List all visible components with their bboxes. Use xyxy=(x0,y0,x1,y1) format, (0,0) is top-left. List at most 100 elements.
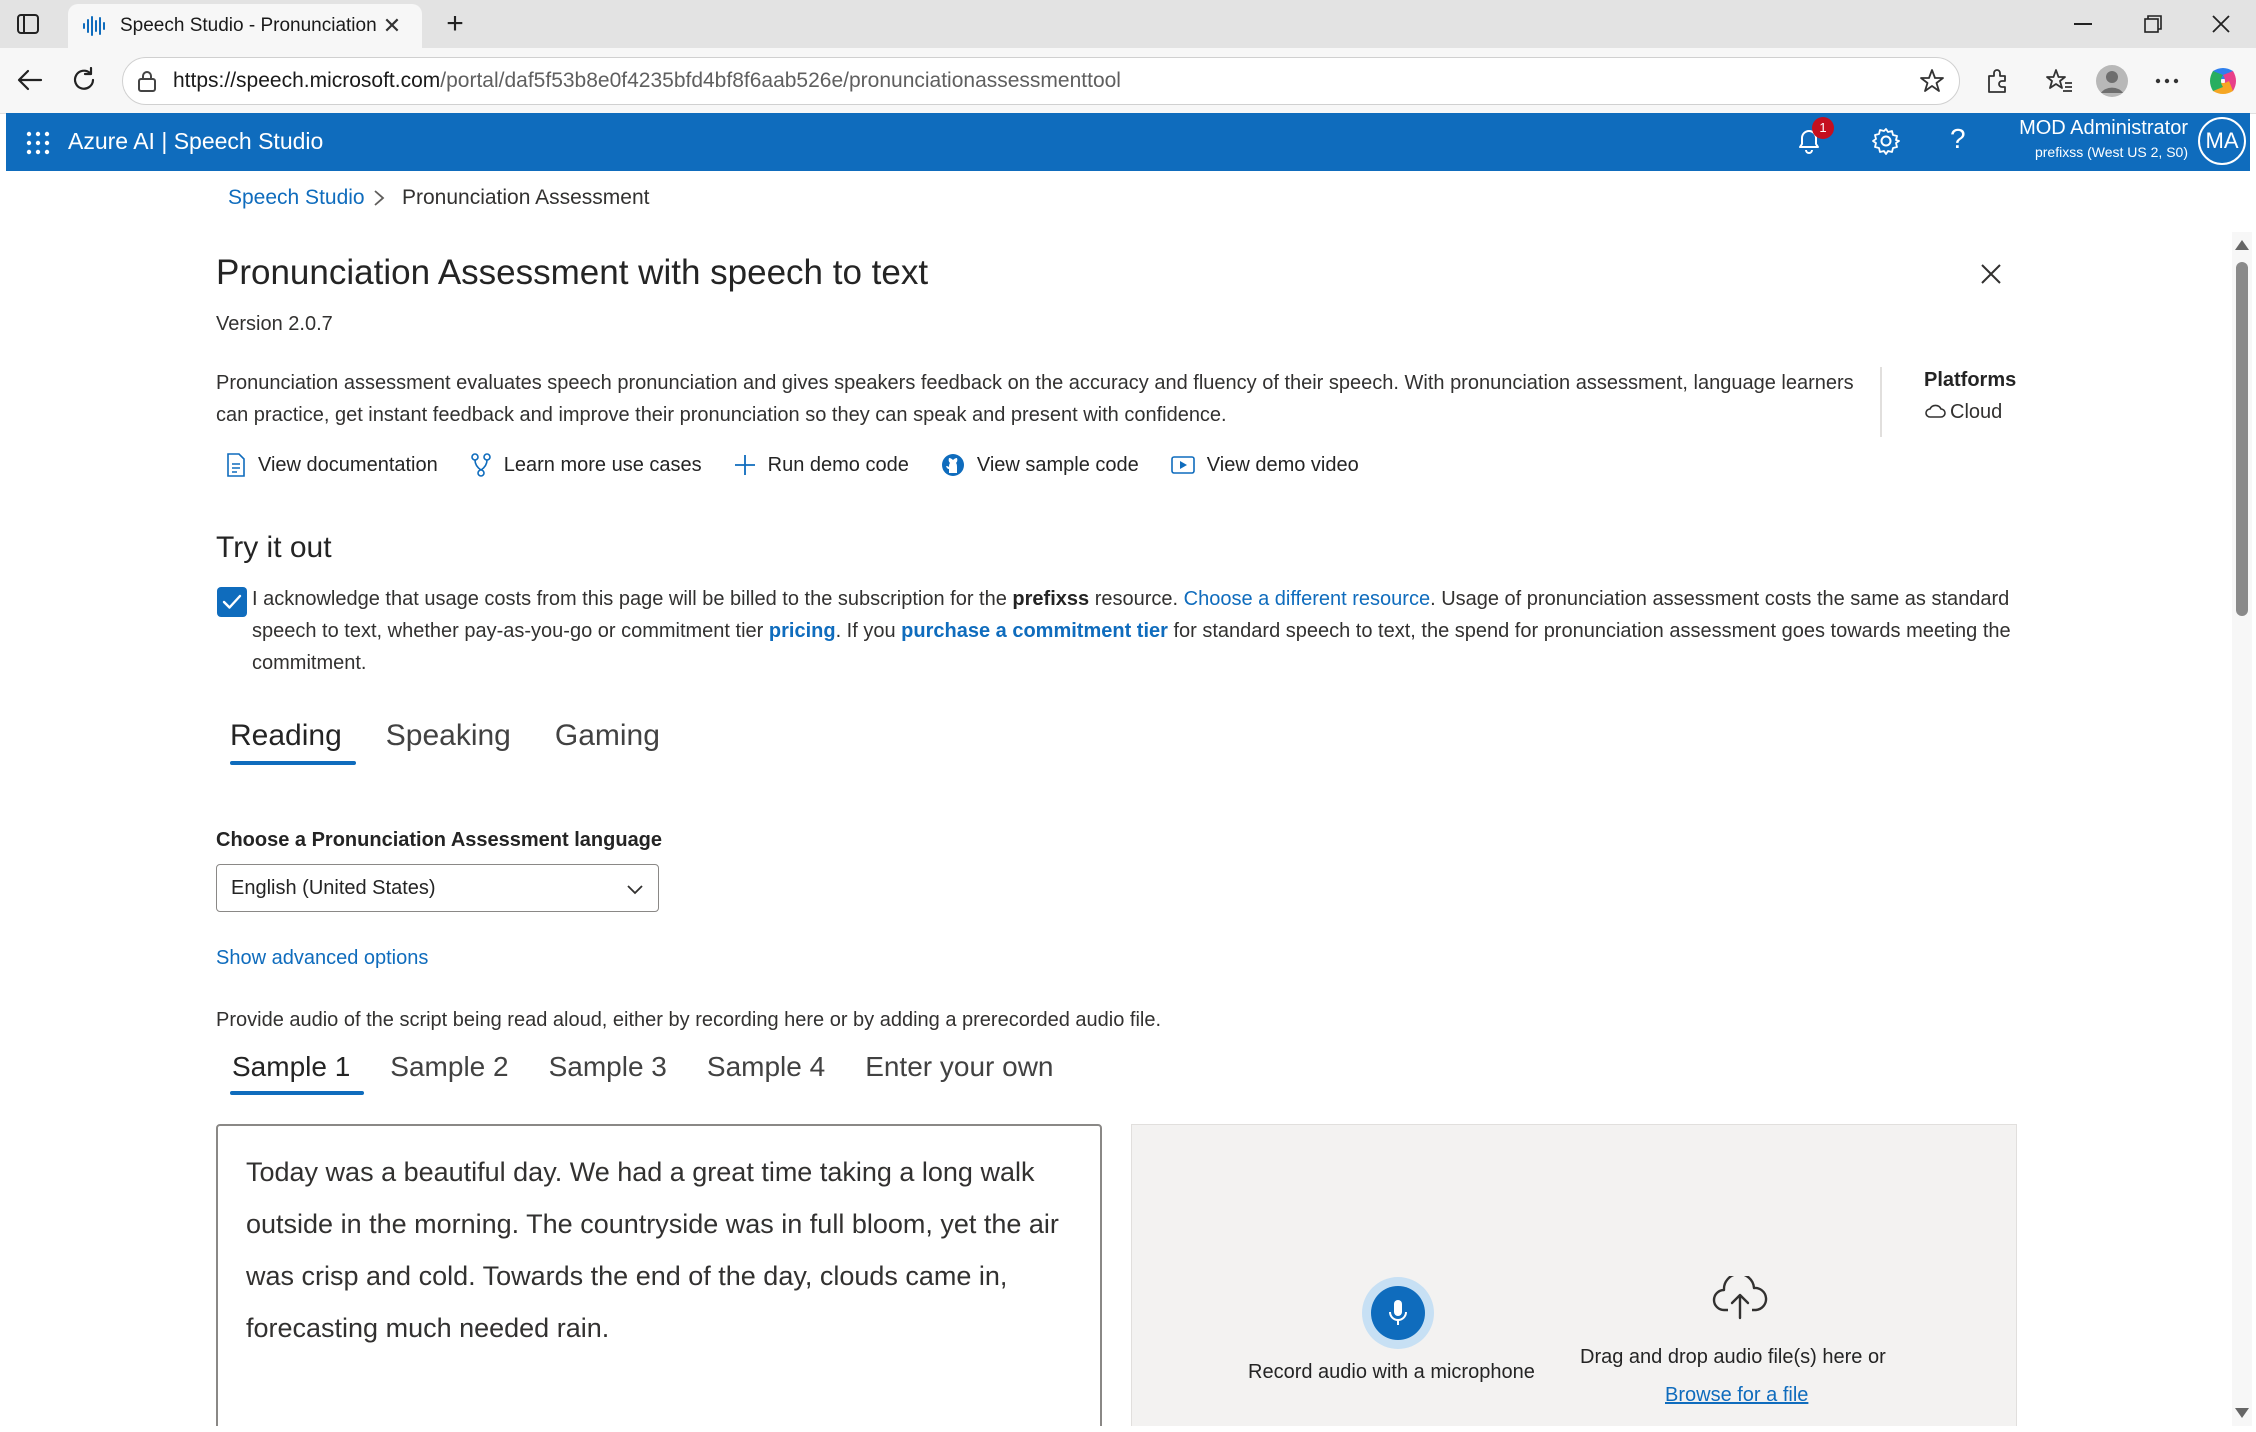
address-bar[interactable]: https://speech.microsoft.com/portal/daf5… xyxy=(122,57,1960,105)
show-advanced-options-link[interactable]: Show advanced options xyxy=(216,947,428,970)
more-options-icon[interactable] xyxy=(2148,62,2186,100)
azure-app-header: Azure AI | Speech Studio 1 ? MOD Adminis… xyxy=(6,113,2250,171)
url-path: /portal/daf5f53b8e0f4235bfd4bf8f6aab526e… xyxy=(440,69,1121,92)
microphone-icon xyxy=(1389,1300,1407,1325)
breadcrumb-chevron-icon xyxy=(373,189,385,212)
platform-cloud-label: Cloud xyxy=(1950,401,2003,423)
learn-use-cases-label: Learn more use cases xyxy=(503,453,702,476)
browser-tabstrip: Speech Studio - Pronunciation Assessment… xyxy=(0,0,2256,48)
ack-text-1: I acknowledge that usage costs from this… xyxy=(252,588,1013,610)
acknowledge-checkbox[interactable] xyxy=(217,587,247,617)
user-subscription: prefixss (West US 2, S0) xyxy=(2034,144,2188,160)
view-demo-video-link[interactable]: View demo video xyxy=(1170,453,1359,477)
settings-gear-icon[interactable] xyxy=(1872,127,1900,160)
tab-sample-4[interactable]: Sample 4 xyxy=(691,1051,841,1095)
chevron-down-icon xyxy=(626,879,644,902)
tab-title: Speech Studio - Pronunciation Assessment xyxy=(120,15,378,36)
mode-tabs: Reading Speaking Gaming xyxy=(216,719,690,765)
drag-drop-label: Drag and drop audio file(s) here or xyxy=(1580,1346,1886,1368)
purchase-commitment-tier-link[interactable]: purchase a commitment tier xyxy=(901,620,1168,642)
speech-waveform-icon xyxy=(82,14,106,38)
main-content: Speech Studio Pronunciation Assessment P… xyxy=(0,171,2232,1426)
language-dropdown[interactable]: English (United States) xyxy=(216,864,659,912)
record-audio-label: Record audio with a microphone xyxy=(1248,1361,1535,1383)
back-arrow-icon[interactable] xyxy=(10,60,50,100)
page-scrollbar[interactable] xyxy=(2232,232,2252,1426)
branch-icon xyxy=(470,453,491,477)
scroll-down-arrow-icon[interactable] xyxy=(2235,1408,2249,1418)
browser-tab-active[interactable]: Speech Studio - Pronunciation Assessment… xyxy=(68,4,422,48)
video-icon xyxy=(1170,456,1195,474)
site-info-lock-icon[interactable] xyxy=(137,70,157,98)
script-text-box[interactable]: Today was a beautiful day. We had a grea… xyxy=(216,1124,1102,1426)
app-launcher-waffle-icon[interactable] xyxy=(26,131,50,160)
restore-icon[interactable] xyxy=(2118,0,2188,48)
language-selected-value: English (United States) xyxy=(231,876,436,899)
page-description: Pronunciation assessment evaluates speec… xyxy=(216,372,1854,426)
learn-use-cases-link[interactable]: Learn more use cases xyxy=(470,453,702,477)
tab-gaming[interactable]: Gaming xyxy=(541,719,674,765)
url-host: https://speech.microsoft.com xyxy=(173,69,441,92)
view-documentation-link[interactable]: View documentation xyxy=(226,453,438,477)
ack-text-2: resource. xyxy=(1089,588,1184,610)
version-label: Version 2.0.7 xyxy=(216,313,333,335)
minimize-icon[interactable] xyxy=(2048,0,2118,48)
view-demo-video-label: View demo video xyxy=(1206,453,1359,476)
tab-sample-1[interactable]: Sample 1 xyxy=(216,1051,366,1095)
try-it-out-heading: Try it out xyxy=(216,531,332,564)
github-icon xyxy=(941,454,964,476)
browse-for-file-link[interactable]: Browse for a file xyxy=(1665,1384,1808,1407)
plus-icon xyxy=(734,455,755,475)
new-tab-button[interactable]: + xyxy=(438,6,472,42)
favorites-list-icon[interactable] xyxy=(2040,62,2078,100)
record-microphone-button[interactable] xyxy=(1362,1277,1434,1349)
checkmark-icon xyxy=(222,594,242,609)
close-icon[interactable] xyxy=(1980,263,2002,290)
ack-resource-name: prefixss xyxy=(1012,588,1090,610)
cloud-upload-icon xyxy=(1712,1272,1768,1325)
user-avatar[interactable]: MA xyxy=(2198,117,2246,165)
account-info[interactable]: MOD Administrator prefixss (West US 2, S… xyxy=(1996,117,2188,160)
profile-avatar[interactable] xyxy=(2093,62,2131,100)
close-window-icon[interactable] xyxy=(2186,0,2256,48)
sample-tabs: Sample 1 Sample 2 Sample 3 Sample 4 Ente… xyxy=(216,1051,1078,1095)
language-label: Choose a Pronunciation Assessment langua… xyxy=(216,829,663,851)
notification-count-badge: 1 xyxy=(1812,117,1834,139)
run-demo-code-label: Run demo code xyxy=(767,453,909,476)
scroll-up-arrow-icon[interactable] xyxy=(2235,240,2249,250)
tab-enter-your-own[interactable]: Enter your own xyxy=(849,1051,1069,1095)
view-sample-code-link[interactable]: View sample code xyxy=(941,453,1139,477)
acknowledgement-text: I acknowledge that usage costs from this… xyxy=(252,583,2012,679)
favorite-star-icon[interactable] xyxy=(1919,68,1945,100)
scrollbar-thumb[interactable] xyxy=(2236,262,2248,616)
ack-text-4: . If you xyxy=(835,620,902,642)
breadcrumb-current: Pronunciation Assessment xyxy=(402,186,650,209)
cloud-icon xyxy=(1925,404,1946,418)
copilot-icon[interactable] xyxy=(2204,62,2242,100)
browser-toolbar: https://speech.microsoft.com/portal/daf5… xyxy=(0,48,2256,114)
run-demo-code-link[interactable]: Run demo code xyxy=(734,454,909,477)
resource-links: View documentation Learn more use cases … xyxy=(226,453,1391,477)
user-name: MOD Administrator xyxy=(2019,117,2188,139)
refresh-icon[interactable] xyxy=(64,60,104,100)
tab-speaking[interactable]: Speaking xyxy=(372,719,525,765)
tab-reading[interactable]: Reading xyxy=(216,719,356,765)
platforms-heading: Platforms xyxy=(1924,369,2017,391)
divider xyxy=(1880,367,1882,437)
tab-sample-3[interactable]: Sample 3 xyxy=(533,1051,683,1095)
view-documentation-label: View documentation xyxy=(258,453,438,476)
provide-audio-instructions: Provide audio of the script being read a… xyxy=(216,1009,1162,1031)
tab-actions-icon[interactable] xyxy=(14,10,42,38)
page-title: Pronunciation Assessment with speech to … xyxy=(216,253,929,292)
tab-close-icon[interactable]: ✕ xyxy=(378,13,406,39)
view-sample-code-label: View sample code xyxy=(976,453,1139,476)
extensions-puzzle-icon[interactable] xyxy=(1978,62,2016,100)
help-icon[interactable]: ? xyxy=(1950,123,1966,155)
platform-cloud: Cloud xyxy=(1924,401,2002,424)
app-brand[interactable]: Azure AI | Speech Studio xyxy=(68,128,323,155)
document-icon xyxy=(227,453,245,477)
choose-different-resource-link[interactable]: Choose a different resource xyxy=(1184,588,1430,610)
pricing-link[interactable]: pricing xyxy=(769,620,836,642)
breadcrumb-speech-studio[interactable]: Speech Studio xyxy=(228,186,365,210)
tab-sample-2[interactable]: Sample 2 xyxy=(374,1051,524,1095)
